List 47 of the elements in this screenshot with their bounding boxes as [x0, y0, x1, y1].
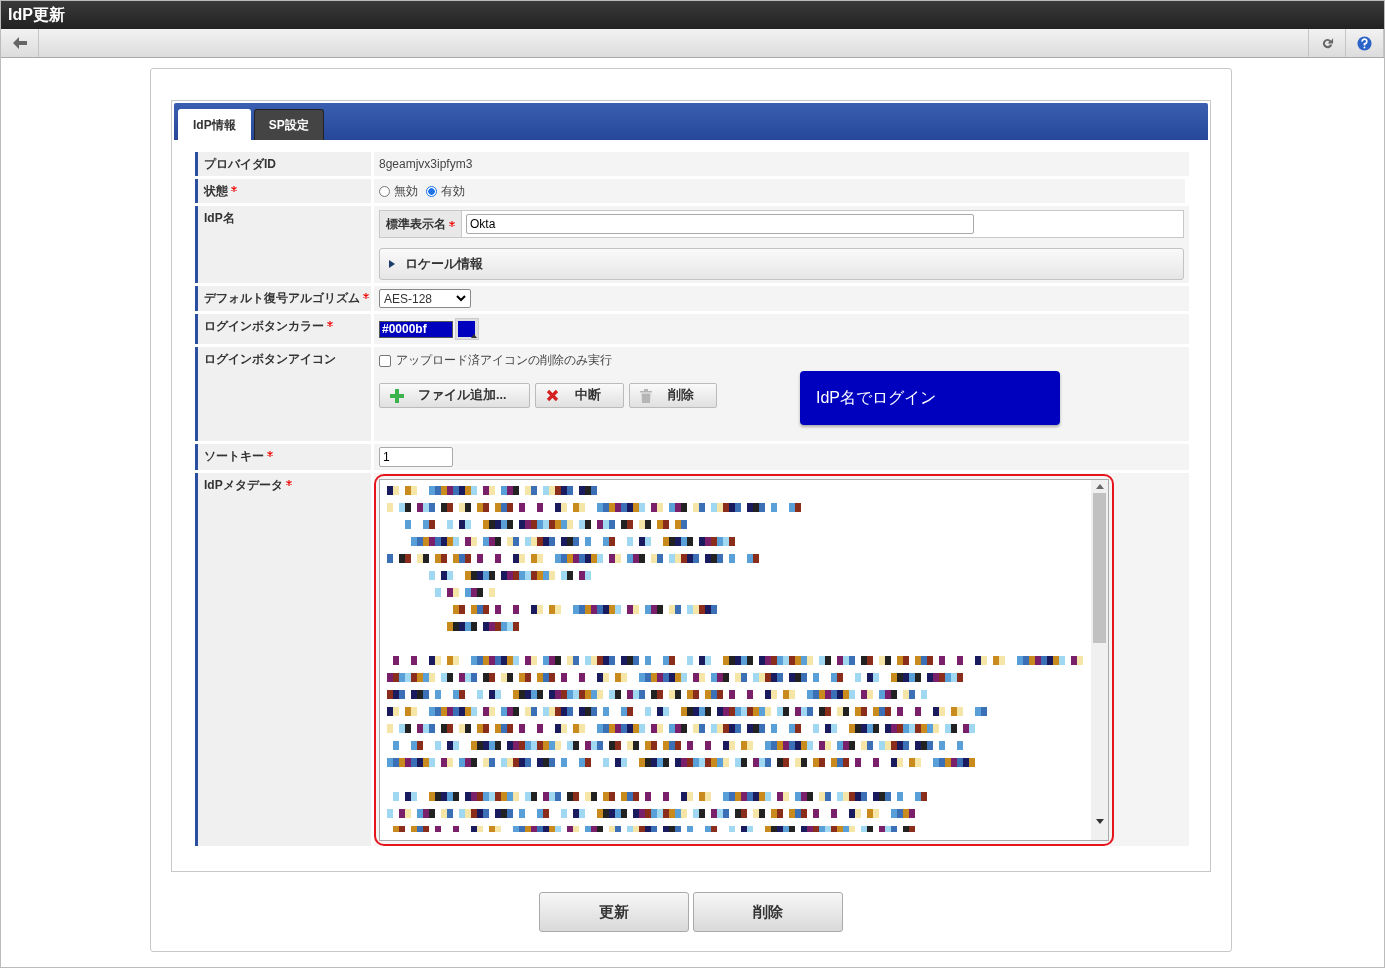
tab[interactable]: SP設定 — [253, 109, 324, 140]
checkbox-label: アップロード済アイコンの削除のみ実行 — [396, 352, 612, 369]
radio-label: 無効 — [394, 182, 418, 200]
help-icon — [1357, 35, 1372, 51]
upload-button[interactable]: ファイル追加... — [379, 383, 530, 408]
checkbox-option[interactable]: アップロード済アイコンの削除のみ実行 — [379, 352, 717, 369]
trash-icon — [640, 388, 652, 403]
color-picker-button[interactable] — [455, 318, 479, 340]
scroll-down-icon[interactable] — [1095, 819, 1104, 824]
scrollbar[interactable] — [1091, 480, 1108, 840]
window-title: IdP更新 — [8, 4, 65, 25]
upload-button[interactable]: 中断 — [535, 383, 624, 408]
label-text: 状態 — [204, 184, 228, 198]
checkbox[interactable] — [379, 354, 391, 367]
radio-button[interactable] — [379, 185, 390, 197]
sort-key-input[interactable]: 1 — [379, 447, 453, 467]
sub-label-text: 標準表示名 — [386, 215, 446, 233]
cross-icon — [546, 389, 559, 402]
name-input[interactable]: Okta — [466, 214, 974, 234]
locale-toggle[interactable]: ロケール情報 — [379, 248, 1184, 280]
algorithm-select[interactable]: AES-128 — [379, 289, 471, 308]
label-text: デフォルト復号アルゴリズム — [204, 291, 360, 305]
radio-button[interactable] — [426, 185, 437, 197]
label-text: ソートキー — [204, 449, 264, 463]
scroll-up-icon[interactable] — [1095, 484, 1104, 489]
field-value: 8geamjvx3ipfym3 — [379, 157, 473, 171]
plus-icon — [390, 388, 404, 403]
label-text: ログインボタンカラー — [204, 319, 324, 333]
color-input[interactable]: #0000bf — [379, 320, 453, 338]
chevron-down-icon — [456, 295, 466, 302]
action-button[interactable]: 削除 — [693, 892, 843, 932]
refresh-icon — [1320, 36, 1334, 50]
tab[interactable]: IdP情報 — [178, 109, 251, 140]
login-button-preview[interactable]: IdP名でログイン — [800, 371, 1060, 425]
caret-icon — [389, 260, 395, 268]
radio-option[interactable]: 無効 — [379, 182, 418, 200]
label-text: プロバイダID — [204, 157, 276, 171]
radio-option[interactable]: 有効 — [426, 182, 465, 200]
label-text: IdPメタデータ — [204, 478, 283, 492]
caret-up-icon — [471, 334, 477, 338]
action-button[interactable]: 更新 — [539, 892, 689, 932]
refresh-button[interactable] — [1308, 29, 1346, 57]
label-text: ログインボタンアイコン — [204, 352, 336, 366]
label-text: IdP名 — [204, 211, 235, 225]
radio-label: 有効 — [441, 182, 465, 200]
upload-button[interactable]: 削除 — [629, 383, 717, 408]
back-arrow-icon — [12, 37, 27, 49]
